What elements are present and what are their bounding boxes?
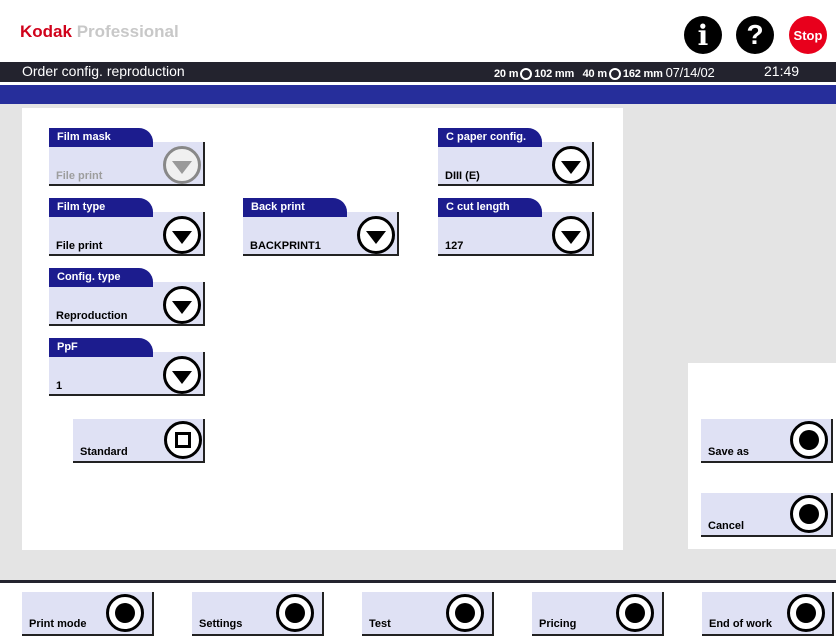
clock: 21:49 (764, 63, 800, 79)
cancel-button[interactable]: Cancel (701, 493, 835, 537)
field-value: File print (56, 240, 103, 252)
chevron-down-icon (172, 230, 192, 244)
dot-icon (799, 504, 819, 524)
field-value: DIII (E) (445, 170, 480, 182)
title-bar: Order config. reproduction 20 m 102 mm 40… (0, 62, 836, 82)
status-date: 07/14/02 (665, 65, 715, 80)
film-type-dropdown-button[interactable] (163, 216, 201, 254)
field-value: Reproduction (56, 310, 128, 322)
field-value: 127 (445, 240, 464, 252)
standard-toggle[interactable] (164, 421, 202, 459)
stop-button[interactable]: Stop (789, 16, 827, 54)
print-mode-button[interactable]: Print mode (22, 592, 156, 636)
chevron-down-icon (561, 160, 581, 174)
kodak-logo: Kodak Professional (20, 22, 179, 41)
button-label: Test (369, 618, 391, 630)
c-cut-length-field: C cut length 127 (438, 198, 594, 256)
dot-icon (285, 603, 305, 623)
help-icon[interactable]: ? (736, 16, 774, 54)
dot-icon (455, 603, 475, 623)
save-as-button[interactable]: Save as (701, 419, 835, 463)
field-label: C paper config. (438, 128, 542, 147)
roll2-width: 162 mm (622, 68, 663, 80)
chevron-down-icon (172, 370, 192, 384)
accent-bar (0, 85, 836, 104)
roll2-length: 40 m (582, 68, 607, 80)
dot-icon (799, 430, 819, 450)
square-icon (175, 432, 191, 448)
button-label: End of work (709, 618, 772, 630)
button-label: Cancel (708, 520, 745, 532)
field-label: Config. type (49, 268, 153, 287)
button-label: Save as (708, 446, 749, 458)
back-print-dropdown-button[interactable] (357, 216, 395, 254)
dot-icon (625, 603, 645, 623)
chevron-down-icon (172, 160, 192, 174)
dot-icon (796, 603, 816, 623)
chevron-down-icon (172, 300, 192, 314)
paper-roll-icon (608, 68, 621, 81)
field-label: Film mask (49, 128, 153, 147)
settings-button[interactable]: Settings (192, 592, 326, 636)
pricing-button[interactable]: Pricing (532, 592, 666, 636)
back-print-field: Back print BACKPRINT1 (243, 198, 399, 256)
film-type-field: Film type File print (49, 198, 205, 256)
pricing-radio-icon[interactable] (616, 594, 654, 632)
field-label: C cut length (438, 198, 542, 217)
standard-button[interactable]: Standard (73, 419, 207, 463)
config-type-dropdown-button[interactable] (163, 286, 201, 324)
field-value: 1 (56, 380, 63, 392)
field-label: PpF (49, 338, 153, 357)
c-paper-config-dropdown-button[interactable] (552, 146, 590, 184)
cancel-radio-icon[interactable] (790, 495, 828, 533)
dot-icon (115, 603, 135, 623)
chevron-down-icon (561, 230, 581, 244)
paper-roll-icon (520, 68, 533, 81)
roll1-length: 20 m (494, 68, 519, 80)
button-label: Pricing (539, 618, 577, 630)
roll1-width: 102 mm (534, 68, 575, 80)
end-of-work-button[interactable]: End of work (702, 592, 836, 636)
settings-radio-icon[interactable] (276, 594, 314, 632)
field-label: Back print (243, 198, 347, 217)
button-label: Standard (80, 446, 128, 458)
c-paper-config-field: C paper config. DIII (E) (438, 128, 594, 186)
ppf-dropdown-button[interactable] (163, 356, 201, 394)
info-icon[interactable]: i (684, 16, 722, 54)
save-as-radio-icon[interactable] (790, 421, 828, 459)
test-button[interactable]: Test (362, 592, 496, 636)
button-label: Settings (199, 618, 243, 630)
field-label: Film type (49, 198, 153, 217)
c-cut-length-dropdown-button[interactable] (552, 216, 590, 254)
field-value: File print (56, 170, 103, 182)
config-type-field: Config. type Reproduction (49, 268, 205, 326)
field-value: BACKPRINT1 (250, 240, 321, 252)
end-of-work-radio-icon[interactable] (787, 594, 825, 632)
button-label: Print mode (29, 618, 87, 630)
page-title: Order config. reproduction (22, 63, 185, 79)
print-mode-radio-icon[interactable] (106, 594, 144, 632)
chevron-down-icon (366, 230, 386, 244)
film-mask-field: Film mask File print (49, 128, 205, 186)
test-radio-icon[interactable] (446, 594, 484, 632)
film-mask-dropdown-button[interactable] (163, 146, 201, 184)
roll-status: 20 m 102 mm 40 m 162 mm 07/14/02 (494, 65, 715, 81)
ppf-field: PpF 1 (49, 338, 205, 396)
